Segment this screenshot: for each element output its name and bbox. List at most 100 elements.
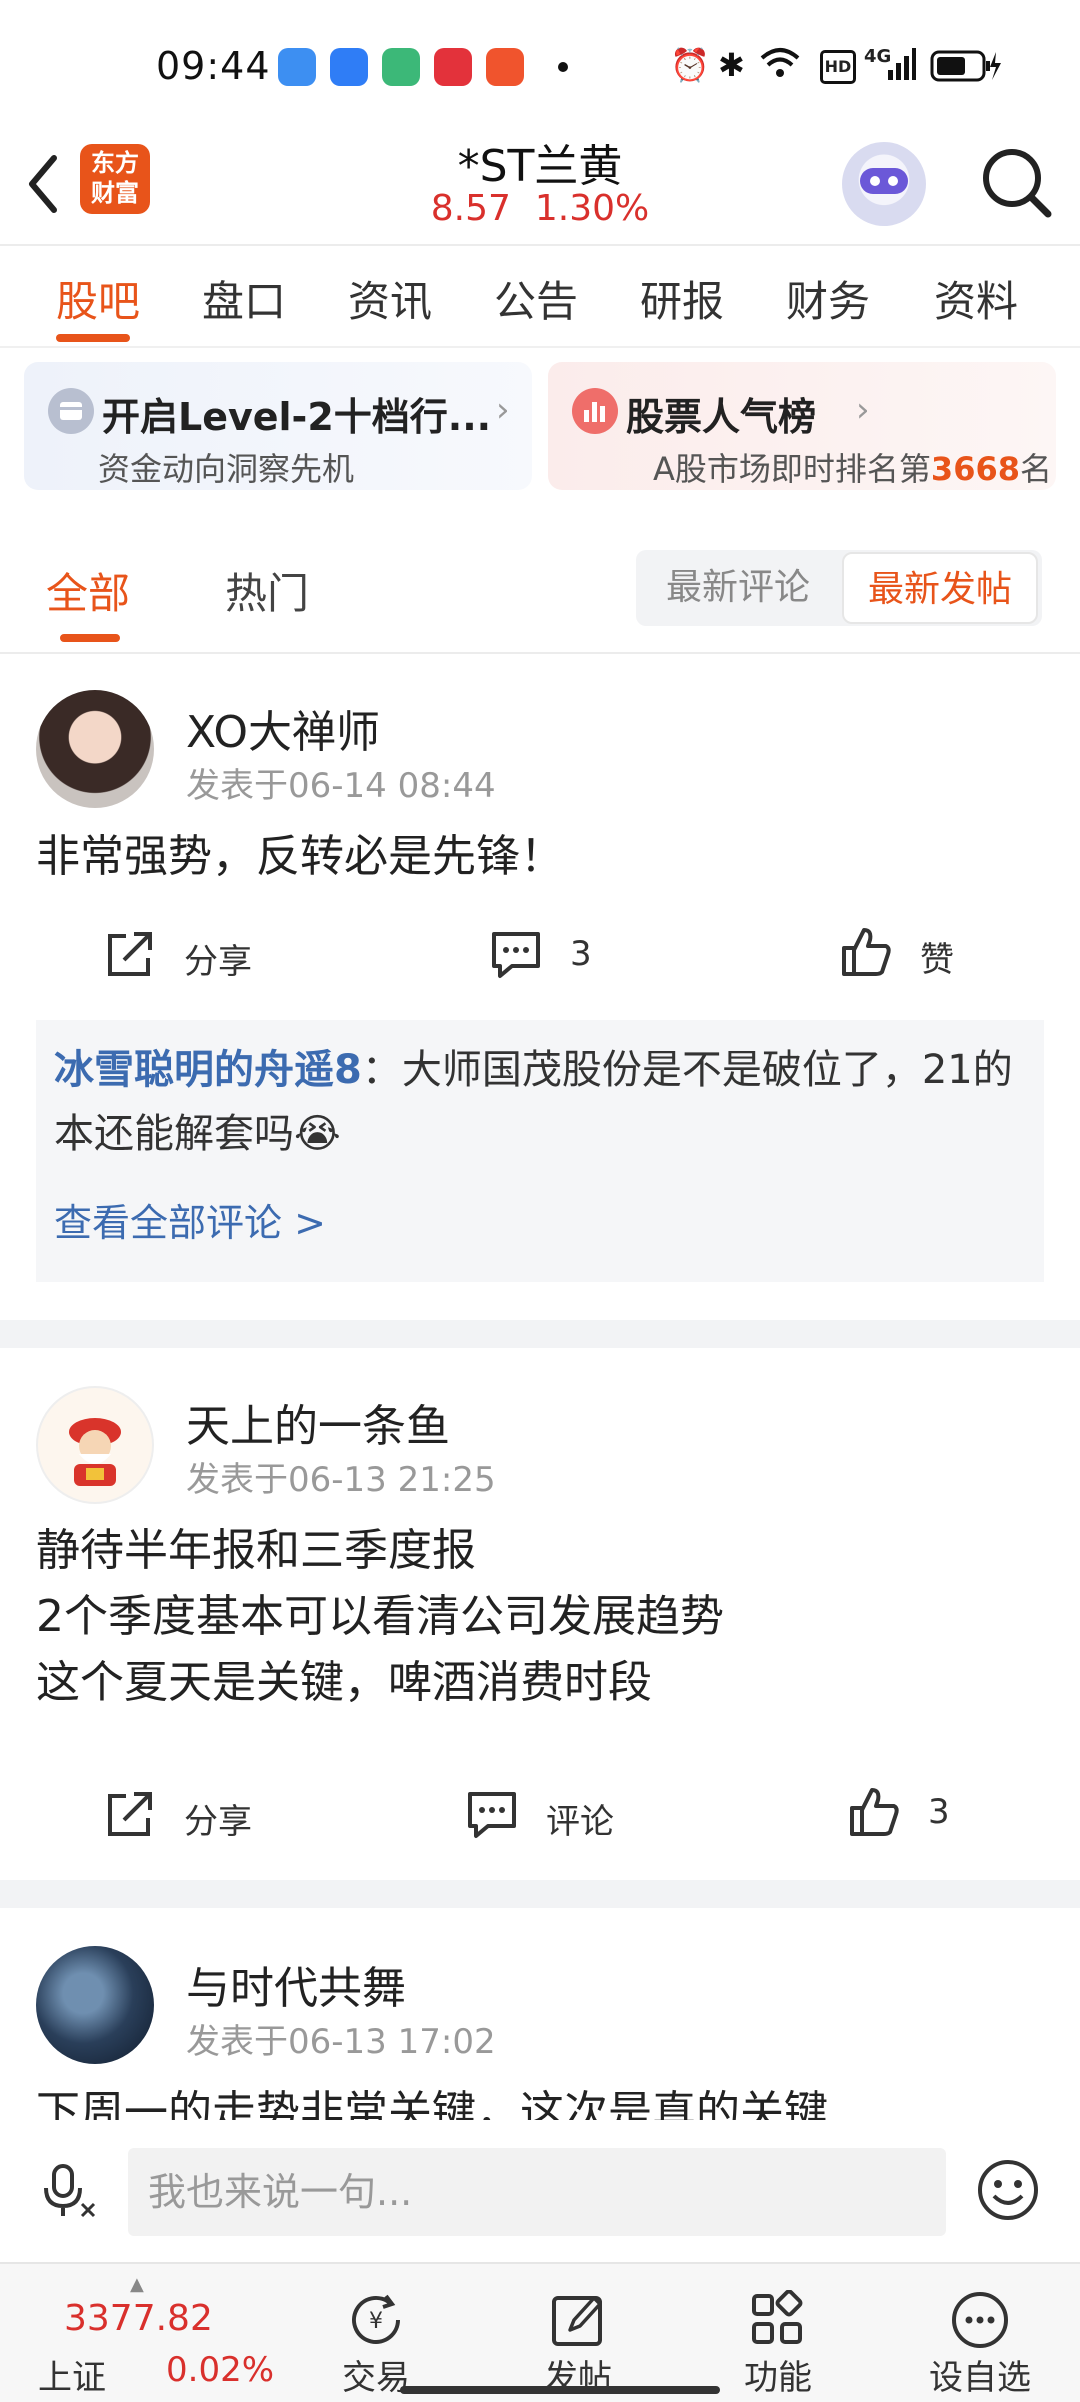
stock-tabs: 股吧 盘口 资讯 公告 研报 财务 资料 bbox=[0, 246, 1080, 346]
status-bar: 09:44 ⏰ ✱ HD 4G bbox=[0, 0, 1080, 130]
search-icon bbox=[983, 149, 1052, 218]
share-button[interactable]: 分享 bbox=[104, 1788, 252, 1844]
rank-prefix: A股市场即时排名第 bbox=[653, 450, 931, 488]
alarm-icon: ⏰ bbox=[670, 46, 710, 84]
tab-news[interactable]: 资讯 bbox=[348, 268, 432, 329]
post-text: 下周一的走势非常关键，这次是真的关键 bbox=[36, 2080, 1046, 2120]
post-card[interactable]: XO大禅师 发表于06-14 08:44 非常强势，反转必是先锋！ 分享 3 赞… bbox=[0, 654, 1080, 1320]
post-separator bbox=[0, 1320, 1080, 1348]
nav-post[interactable]: 发帖 bbox=[518, 2264, 638, 2402]
microphone-icon bbox=[44, 2164, 96, 2218]
tab-profile[interactable]: 资料 bbox=[934, 268, 1018, 329]
share-label: 分享 bbox=[184, 1802, 252, 1842]
rank-number: 3668 bbox=[930, 450, 1020, 488]
messages-app-icon bbox=[382, 48, 420, 86]
tab-finance[interactable]: 财务 bbox=[786, 268, 870, 329]
post-text-line: 下周一的走势非常关键，这次是真的关键 bbox=[36, 2087, 828, 2120]
active-tab-indicator bbox=[56, 334, 130, 342]
voice-input-button[interactable] bbox=[42, 2164, 98, 2224]
like-button[interactable]: 3 bbox=[848, 1786, 950, 1842]
stock-header: 东方 财富 *ST兰黄 8.57 1.30% bbox=[0, 130, 1080, 245]
more-icon bbox=[952, 2292, 1008, 2348]
comment-button[interactable]: 评论 bbox=[466, 1788, 614, 1844]
compose-icon bbox=[552, 2296, 602, 2346]
post-date: 发表于06-13 21:25 bbox=[186, 1460, 496, 1500]
video-app-icon bbox=[486, 48, 524, 86]
thumbs-up-icon bbox=[842, 928, 891, 976]
comment-label: 评论 bbox=[546, 1802, 614, 1842]
nav-add-watchlist-label: 设自选 bbox=[929, 2358, 1031, 2398]
tabs-divider bbox=[0, 346, 1080, 348]
emoji-button[interactable] bbox=[976, 2158, 1040, 2222]
popularity-banner[interactable]: 股票人气榜 › A股市场即时排名第3668名 bbox=[548, 362, 1056, 490]
tab-announcements[interactable]: 公告 bbox=[494, 268, 578, 329]
comment-icon bbox=[492, 932, 540, 978]
battery-icon bbox=[930, 50, 1002, 86]
assistant-robot-button[interactable] bbox=[842, 142, 926, 226]
comment-input[interactable]: 我也来说一句... bbox=[128, 2148, 946, 2236]
signal-icon bbox=[888, 48, 916, 84]
post-username[interactable]: 天上的一条鱼 bbox=[186, 1390, 450, 1454]
nav-functions[interactable]: 功能 bbox=[718, 2264, 838, 2402]
share-icon bbox=[108, 932, 152, 976]
index-value[interactable]: 3377.82 bbox=[64, 2298, 213, 2339]
caret-up-icon: ▲ bbox=[130, 2274, 144, 2295]
notification-dot-icon bbox=[558, 62, 568, 72]
home-indicator[interactable] bbox=[400, 2386, 720, 2394]
post-text: 非常强势，反转必是先锋！ bbox=[36, 824, 1046, 890]
sort-toggle: 最新评论 最新发帖 bbox=[636, 550, 1042, 626]
nav-functions-label: 功能 bbox=[744, 2358, 812, 2398]
post-text-line: 非常强势，反转必是先锋！ bbox=[36, 831, 564, 882]
sort-latest-comment[interactable]: 最新评论 bbox=[636, 550, 840, 626]
share-label: 分享 bbox=[184, 942, 252, 982]
level2-title: 开启Level-2十档行... bbox=[102, 395, 492, 439]
status-time: 09:44 bbox=[156, 44, 271, 88]
view-all-comments-link[interactable]: 查看全部评论 > bbox=[54, 1192, 326, 1247]
top-comment: 冰雪聪明的舟遥8：大师国茂股份是不是破位了，21的本还能解套吗😭 bbox=[54, 1038, 1034, 1166]
level2-subtitle: 资金动向洞察先机 bbox=[98, 450, 355, 488]
index-name: 上证 bbox=[38, 2358, 106, 2398]
post-text-line: 这个夏天是关键，啤酒消费时段 bbox=[36, 1657, 652, 1708]
comment-button[interactable]: 3 bbox=[490, 928, 592, 984]
post-username[interactable]: XO大禅师 bbox=[186, 696, 380, 760]
nav-add-watchlist[interactable]: 设自选 bbox=[920, 2264, 1040, 2402]
post-text-line: 2个季度基本可以看清公司发展趋势 bbox=[36, 1591, 724, 1642]
chevron-right-icon: › bbox=[856, 390, 870, 430]
trade-icon: ¥ bbox=[352, 2294, 400, 2344]
share-button[interactable]: 分享 bbox=[104, 928, 252, 984]
index-change: 0.02% bbox=[166, 2350, 275, 2390]
files-app-icon bbox=[330, 48, 368, 86]
tab-guba[interactable]: 股吧 bbox=[56, 268, 140, 329]
level2-banner[interactable]: 开启Level-2十档行... › 资金动向洞察先机 bbox=[24, 362, 532, 490]
filter-hot[interactable]: 热门 bbox=[225, 560, 309, 621]
filter-all[interactable]: 全部 bbox=[46, 560, 130, 621]
wallet-icon bbox=[48, 388, 94, 434]
post-card[interactable]: 天上的一条鱼 发表于06-13 21:25 静待半年报和三季度报 2个季度基本可… bbox=[0, 1348, 1080, 1876]
comment-username[interactable]: 冰雪聪明的舟遥8 bbox=[54, 1047, 362, 1093]
avatar[interactable] bbox=[36, 690, 154, 808]
post-username[interactable]: 与时代共舞 bbox=[186, 1952, 406, 2016]
stock-price: 8.57 bbox=[430, 188, 511, 229]
post-date: 发表于06-13 17:02 bbox=[186, 2022, 496, 2062]
stock-change-pct: 1.30% bbox=[534, 188, 650, 229]
like-button[interactable]: 赞 bbox=[840, 926, 954, 982]
top-comment-box[interactable]: 冰雪聪明的舟遥8：大师国茂股份是不是破位了，21的本还能解套吗😭 查看全部评论 … bbox=[36, 1020, 1044, 1282]
avatar[interactable] bbox=[36, 1386, 154, 1504]
active-filter-indicator bbox=[60, 634, 120, 642]
tab-pankou[interactable]: 盘口 bbox=[202, 268, 286, 329]
grid-icon bbox=[752, 2290, 803, 2344]
comment-input-bar: 我也来说一句... bbox=[0, 2120, 1080, 2260]
tab-research[interactable]: 研报 bbox=[640, 268, 724, 329]
popularity-title: 股票人气榜 bbox=[626, 395, 817, 439]
comment-icon bbox=[468, 1792, 516, 1838]
share-icon bbox=[108, 1792, 152, 1836]
post-text: 静待半年报和三季度报 2个季度基本可以看清公司发展趋势 这个夏天是关键，啤酒消费… bbox=[36, 1518, 1046, 1716]
comment-count: 3 bbox=[570, 934, 592, 974]
post-separator bbox=[0, 1880, 1080, 1908]
nav-trade[interactable]: ¥ 交易 bbox=[316, 2264, 436, 2402]
sort-latest-post[interactable]: 最新发帖 bbox=[842, 552, 1038, 624]
avatar[interactable] bbox=[36, 1946, 154, 2064]
post-card[interactable]: 与时代共舞 发表于06-13 17:02 下周一的走势非常关键，这次是真的关键 bbox=[0, 1908, 1080, 2120]
thumbs-up-icon bbox=[850, 1788, 899, 1836]
search-button[interactable] bbox=[976, 142, 1056, 222]
